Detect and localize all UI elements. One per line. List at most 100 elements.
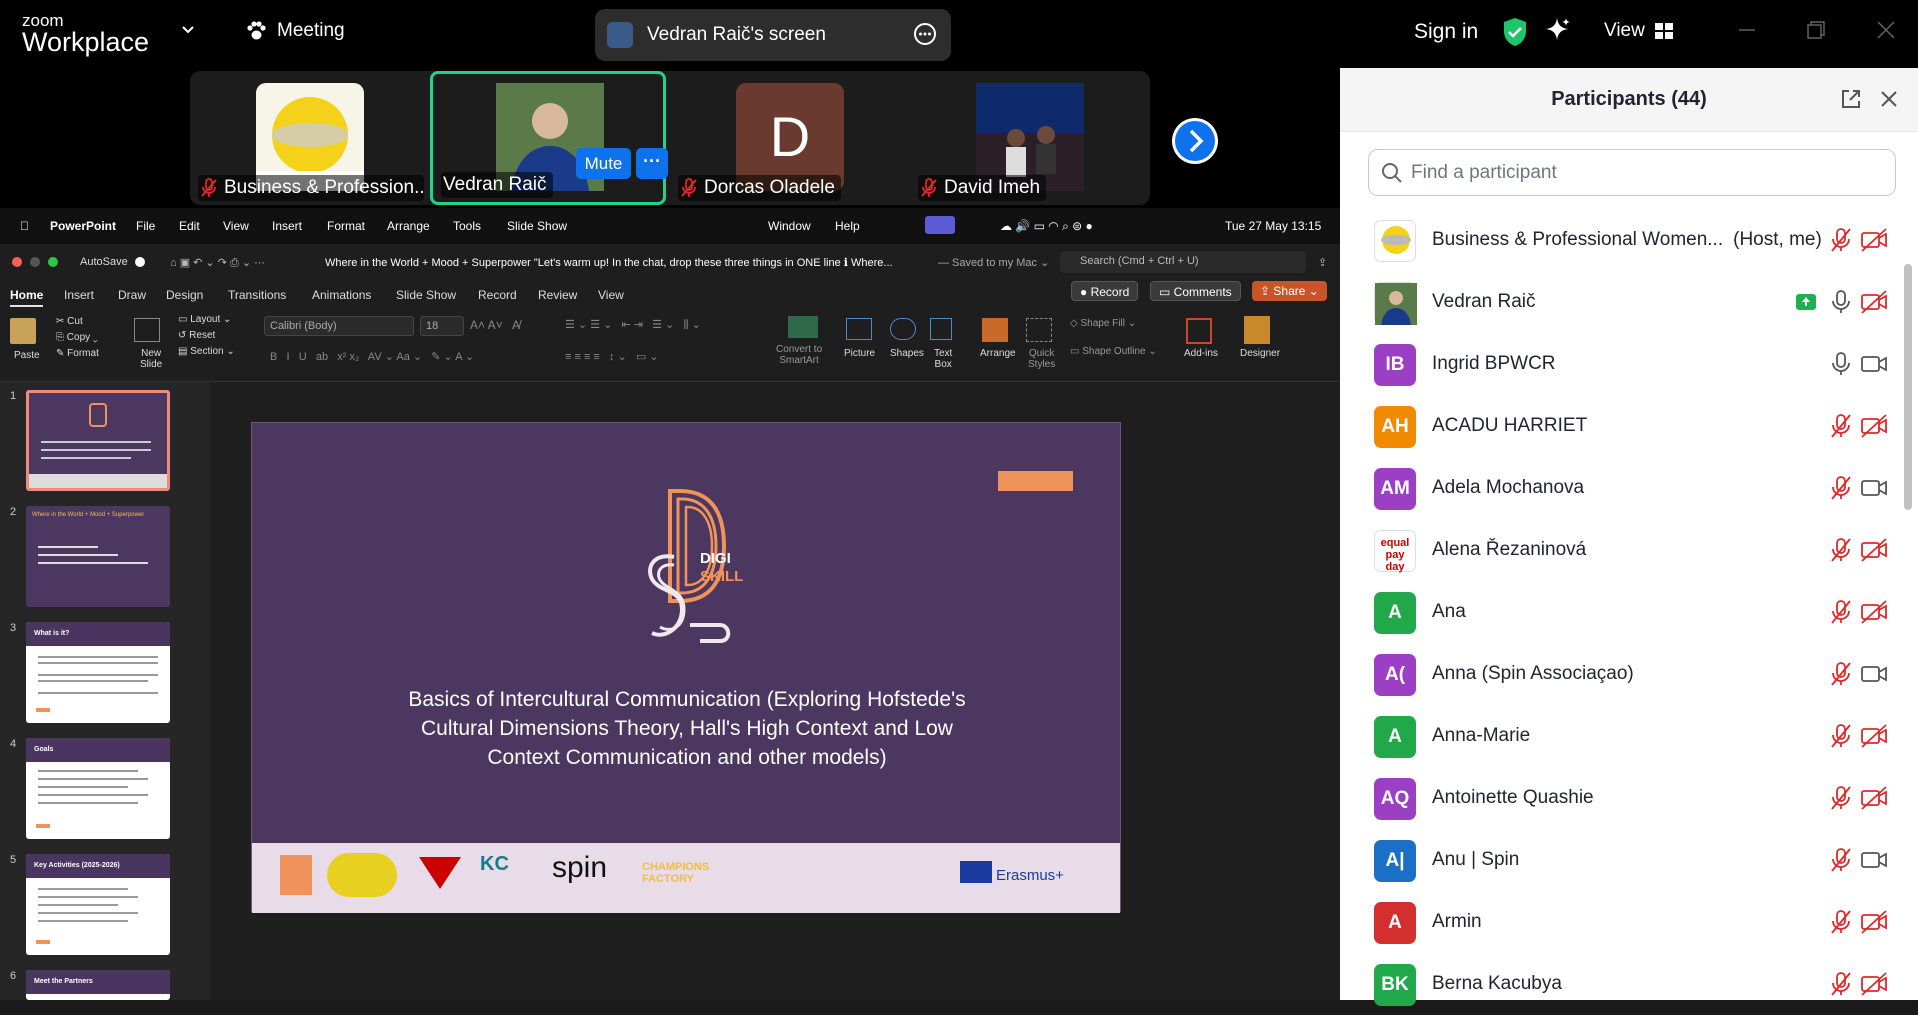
tab-review[interactable]: Review bbox=[538, 288, 577, 302]
restore-icon[interactable] bbox=[1806, 20, 1826, 40]
muted-mic-icon[interactable] bbox=[1828, 847, 1854, 873]
smartart-icon[interactable] bbox=[788, 316, 818, 338]
meeting-menu[interactable]: Meeting bbox=[245, 20, 345, 42]
thumb-slide-1[interactable] bbox=[26, 390, 170, 491]
tab-view[interactable]: View bbox=[598, 288, 624, 302]
video-icon[interactable] bbox=[1860, 475, 1888, 501]
participant-row[interactable]: IB Ingrid BPWCR bbox=[1340, 333, 1900, 395]
menu-arrange[interactable]: Arrange bbox=[387, 219, 430, 233]
tab-draw[interactable]: Draw bbox=[118, 288, 146, 302]
muted-mic-icon[interactable] bbox=[1828, 971, 1854, 997]
apple-icon[interactable]:  bbox=[20, 219, 29, 233]
menu-edit[interactable]: Edit bbox=[179, 219, 200, 233]
video-off-icon[interactable] bbox=[1860, 971, 1888, 997]
participant-row[interactable]: Business & Professional Women... (Host, m… bbox=[1340, 209, 1900, 271]
menu-tools[interactable]: Tools bbox=[453, 219, 481, 233]
video-tile[interactable]: D Dorcas Oladele bbox=[670, 71, 906, 205]
participant-row[interactable]: A(Anna (Spin Associaçao) bbox=[1340, 643, 1900, 705]
quick-access-icons[interactable]: ⌂ ▣ ↶ ⌄ ↷ ⎙ ⌄ ··· bbox=[170, 256, 265, 270]
menu-file[interactable]: File bbox=[136, 219, 155, 233]
participant-row[interactable]: A Armin bbox=[1340, 891, 1900, 953]
designer-icon[interactable] bbox=[1244, 316, 1270, 344]
video-tile-active[interactable]: Vedran Raič bbox=[430, 71, 666, 205]
video-off-icon[interactable] bbox=[1860, 909, 1888, 935]
new-slide-icon[interactable] bbox=[134, 318, 160, 342]
video-off-icon[interactable] bbox=[1860, 289, 1888, 315]
shield-check-icon[interactable] bbox=[1500, 16, 1530, 48]
muted-mic-icon[interactable] bbox=[1828, 785, 1854, 811]
minimize-dot[interactable] bbox=[30, 257, 40, 267]
tab-record[interactable]: Record bbox=[478, 288, 517, 302]
alignment-buttons[interactable]: ≡ ≡ ≡ ≡ ↕ ⌄ ▭ ⌄ bbox=[565, 350, 659, 363]
font-style-buttons[interactable]: B I U ab x² x₂ AV ⌄ Aa ⌄ ✎ ⌄ A ⌄ bbox=[270, 350, 474, 363]
screen-share-pill[interactable]: Vedran Raič's screen bbox=[595, 9, 951, 61]
participant-row[interactable]: A| Anu | Spin bbox=[1340, 829, 1900, 891]
thumb-slide-6[interactable]: Meet the Partners bbox=[26, 970, 170, 1000]
tab-transitions[interactable]: Transitions bbox=[228, 288, 286, 302]
video-icon[interactable] bbox=[1860, 351, 1888, 377]
cut-button[interactable]: ✂ Cut bbox=[56, 316, 83, 327]
tile-more-button[interactable]: ··· bbox=[636, 148, 668, 179]
more-options-icon[interactable] bbox=[913, 22, 937, 46]
participant-row[interactable]: AM Adela Mochanova bbox=[1340, 457, 1900, 519]
muted-mic-icon[interactable] bbox=[1828, 661, 1854, 687]
format-painter-button[interactable]: ✎ Format bbox=[56, 348, 99, 359]
close-window-icon[interactable] bbox=[1876, 20, 1896, 40]
thumb-slide-5[interactable]: Key Activities (2025-2026) bbox=[26, 854, 170, 955]
muted-mic-icon[interactable] bbox=[1828, 723, 1854, 749]
comments-button[interactable]: ▭ Comments bbox=[1150, 281, 1241, 301]
video-icon[interactable] bbox=[1860, 847, 1888, 873]
shape-fill-button[interactable]: ◇ Shape Fill ⌄ bbox=[1070, 318, 1136, 329]
popout-icon[interactable] bbox=[1840, 88, 1862, 110]
muted-mic-icon[interactable] bbox=[1828, 537, 1854, 563]
current-slide[interactable]: DIGI SKILL Basics of Intercultural Commu… bbox=[251, 422, 1121, 913]
participant-row[interactable]: A Anna-Marie bbox=[1340, 705, 1900, 767]
video-off-icon[interactable] bbox=[1860, 785, 1888, 811]
muted-mic-icon[interactable] bbox=[1828, 909, 1854, 935]
sparkle-icon[interactable] bbox=[1544, 16, 1572, 46]
ppt-search-box[interactable]: Search (Cmd + Ctrl + U) bbox=[1060, 251, 1306, 273]
font-family-select[interactable]: Calibri (Body) bbox=[264, 316, 414, 336]
share-arrow-icon[interactable]: ⇪ bbox=[1318, 256, 1327, 269]
section-button[interactable]: ▤ Section ⌄ bbox=[178, 346, 235, 357]
mic-icon[interactable] bbox=[1828, 289, 1854, 315]
mute-button[interactable]: Mute bbox=[576, 148, 631, 179]
muted-mic-icon[interactable] bbox=[1828, 599, 1854, 625]
menu-window[interactable]: Window bbox=[768, 219, 811, 233]
video-off-icon[interactable] bbox=[1860, 723, 1888, 749]
record-button[interactable]: ● Record bbox=[1071, 281, 1139, 301]
participant-row[interactable]: AQ Antoinette Quashie bbox=[1340, 767, 1900, 829]
mic-icon[interactable] bbox=[1828, 351, 1854, 377]
layout-button[interactable]: ▭ Layout ⌄ bbox=[178, 314, 231, 325]
close-panel-icon[interactable] bbox=[1880, 90, 1898, 108]
video-off-icon[interactable] bbox=[1860, 413, 1888, 439]
video-tile[interactable]: David Imeh bbox=[910, 71, 1146, 205]
paragraph-buttons[interactable]: ☰ ⌄ ☰ ⌄ ⇤ ⇥ ☰ ⌄ ⫼ ⌄ bbox=[565, 318, 701, 332]
close-dot[interactable] bbox=[12, 257, 22, 267]
tab-animations[interactable]: Animations bbox=[312, 288, 371, 302]
font-size-controls[interactable]: A˄ A˅ A̸ bbox=[470, 318, 520, 332]
reset-button[interactable]: ↺ Reset bbox=[178, 330, 215, 341]
arrange-icon[interactable] bbox=[982, 318, 1008, 342]
view-button[interactable]: View bbox=[1604, 20, 1673, 42]
picture-icon[interactable] bbox=[846, 318, 872, 340]
video-off-icon[interactable] bbox=[1860, 537, 1888, 563]
scrollbar[interactable] bbox=[1904, 264, 1912, 510]
participant-row[interactable]: A Ana bbox=[1340, 581, 1900, 643]
autosave-toggle[interactable] bbox=[135, 257, 145, 267]
tab-insert[interactable]: Insert bbox=[64, 288, 94, 302]
zoom-dot[interactable] bbox=[48, 257, 58, 267]
participant-row[interactable]: AH ACADU HARRIET bbox=[1340, 395, 1900, 457]
addins-icon[interactable] bbox=[1186, 318, 1212, 344]
font-size-select[interactable]: 18 bbox=[420, 316, 464, 336]
participant-row[interactable]: equal pay day Alena Řezaninová bbox=[1340, 519, 1900, 581]
paste-icon[interactable] bbox=[10, 318, 36, 344]
copy-button[interactable]: ⎘ Copy ⌄ bbox=[56, 332, 98, 343]
chevron-down-icon[interactable] bbox=[180, 22, 196, 38]
menu-insert[interactable]: Insert bbox=[272, 219, 302, 233]
tab-home[interactable]: Home bbox=[10, 288, 44, 307]
thumb-slide-4[interactable]: Goals bbox=[26, 738, 170, 839]
textbox-icon[interactable] bbox=[930, 318, 952, 340]
shapes-icon[interactable] bbox=[890, 318, 916, 340]
sign-in-link[interactable]: Sign in bbox=[1414, 20, 1478, 44]
